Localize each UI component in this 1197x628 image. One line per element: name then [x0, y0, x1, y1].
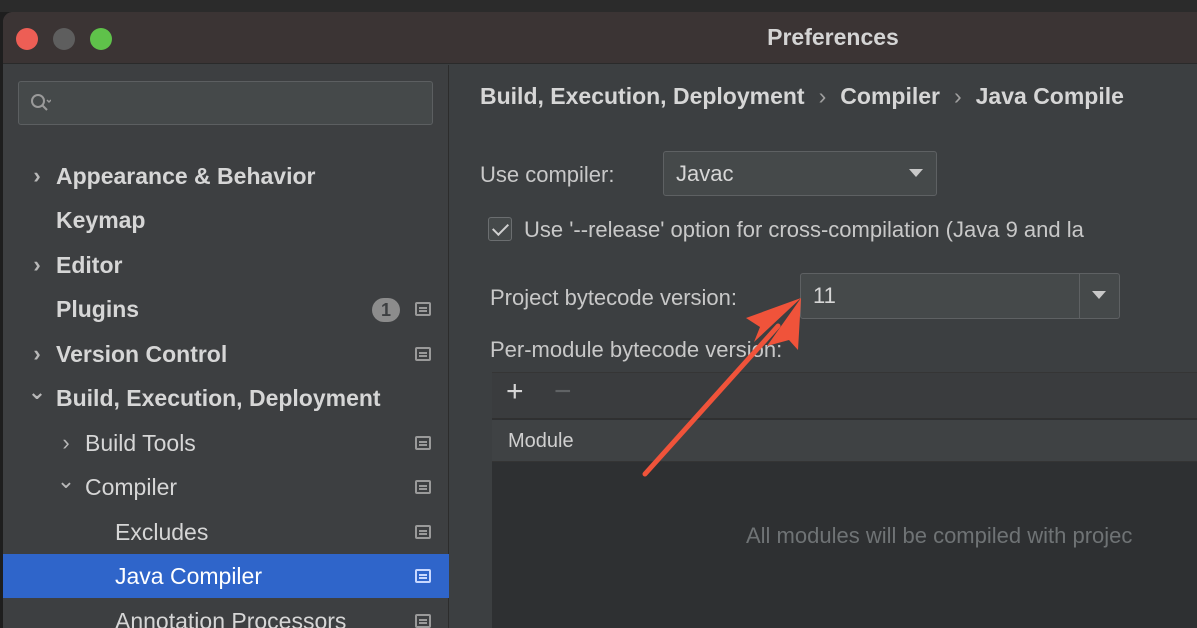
- sidebar-item-label: Build, Execution, Deployment: [56, 385, 381, 411]
- sidebar-item-java-compiler[interactable]: Java Compiler: [3, 554, 449, 598]
- sidebar-item-plugins[interactable]: Plugins 1: [3, 287, 449, 331]
- search-icon: [31, 94, 51, 111]
- compiler-select-value: Javac: [676, 161, 734, 186]
- empty-table-message: All modules will be compiled with projec: [746, 523, 1133, 548]
- sidebar-item-label: Compiler: [85, 474, 178, 500]
- sidebar-item-keymap[interactable]: Keymap: [3, 198, 449, 242]
- chevron-down-icon[interactable]: ⌄: [56, 459, 76, 503]
- use-compiler-label: Use compiler:: [480, 162, 615, 187]
- sidebar-item-label: Java Compiler: [115, 563, 262, 589]
- sidebar-item-version-control[interactable]: › Version Control: [3, 332, 449, 376]
- project-settings-icon: [415, 480, 431, 494]
- settings-content: Build, Execution, Deployment › Compiler › Ja…: [450, 65, 1197, 628]
- breadcrumb-separator: ›: [818, 83, 827, 109]
- preferences-window: Preferences › Appearance & Behavior Keym…: [3, 12, 1197, 628]
- remove-module-button[interactable]: −: [554, 375, 572, 409]
- project-settings-icon: [415, 569, 431, 583]
- combobox-divider: [1079, 274, 1080, 318]
- sidebar-item-label: Excludes: [115, 519, 209, 545]
- breadcrumb-item: Java Compile: [975, 83, 1124, 109]
- dropdown-arrow-icon: [909, 169, 923, 177]
- add-module-button[interactable]: +: [506, 375, 524, 409]
- release-option-label: Use '--release' option for cross-compila…: [524, 217, 1084, 242]
- project-settings-icon: [415, 525, 431, 539]
- chevron-down-icon[interactable]: ⌄: [27, 370, 47, 414]
- title-bar: Preferences: [3, 12, 1197, 64]
- sidebar-item-excludes[interactable]: Excludes: [3, 510, 449, 554]
- breadcrumb-item[interactable]: Compiler: [840, 83, 940, 109]
- table-header: Module: [492, 420, 1197, 462]
- sidebar-item-label: Build Tools: [85, 430, 196, 456]
- sidebar-item-label: Editor: [56, 252, 123, 278]
- sidebar-item-label: Version Control: [56, 341, 228, 367]
- per-module-table: + − Module All modules will be compiled …: [492, 372, 1197, 628]
- compiler-select[interactable]: Javac: [663, 151, 937, 196]
- sidebar-item-compiler[interactable]: ⌄ Compiler: [3, 465, 449, 509]
- project-settings-icon: [415, 302, 431, 316]
- chevron-right-icon[interactable]: ›: [27, 243, 47, 287]
- breadcrumb-separator: ›: [953, 83, 962, 109]
- sidebar-item-label: Annotation Processors: [115, 608, 347, 628]
- project-bytecode-value: 11: [813, 283, 836, 308]
- project-settings-icon: [415, 347, 431, 361]
- sidebar-item-label: Appearance & Behavior: [56, 163, 316, 189]
- project-settings-icon: [415, 614, 431, 628]
- sidebar-item-label: Plugins: [56, 296, 140, 322]
- window-title: Preferences: [767, 24, 899, 50]
- per-module-label: Per-module bytecode version:: [490, 337, 783, 362]
- breadcrumb-item[interactable]: Build, Execution, Deployment: [480, 83, 805, 109]
- chevron-right-icon[interactable]: ›: [27, 154, 47, 198]
- module-column-header[interactable]: Module: [508, 430, 574, 453]
- plugins-update-badge: 1: [372, 298, 400, 322]
- sidebar-item-editor[interactable]: › Editor: [3, 243, 449, 287]
- sidebar-item-build-execution-deployment[interactable]: ⌄ Build, Execution, Deployment: [3, 376, 449, 420]
- release-option-checkbox[interactable]: [488, 217, 512, 241]
- sidebar-item-annotation-processors[interactable]: Annotation Processors: [3, 599, 449, 628]
- project-bytecode-combobox[interactable]: 11: [800, 273, 1120, 319]
- sidebar-item-appearance-behavior[interactable]: › Appearance & Behavior: [3, 154, 449, 198]
- breadcrumb: Build, Execution, Deployment › Compiler › Ja…: [480, 83, 1124, 110]
- settings-sidebar: › Appearance & Behavior Keymap › Editor …: [3, 65, 449, 628]
- dropdown-arrow-icon[interactable]: [1092, 291, 1106, 299]
- project-settings-icon: [415, 436, 431, 450]
- desktop-strip: [0, 0, 1197, 12]
- settings-search-input[interactable]: [18, 81, 433, 125]
- project-bytecode-label: Project bytecode version:: [490, 285, 738, 310]
- sidebar-item-label: Keymap: [56, 207, 146, 233]
- table-toolbar: + −: [492, 373, 1197, 419]
